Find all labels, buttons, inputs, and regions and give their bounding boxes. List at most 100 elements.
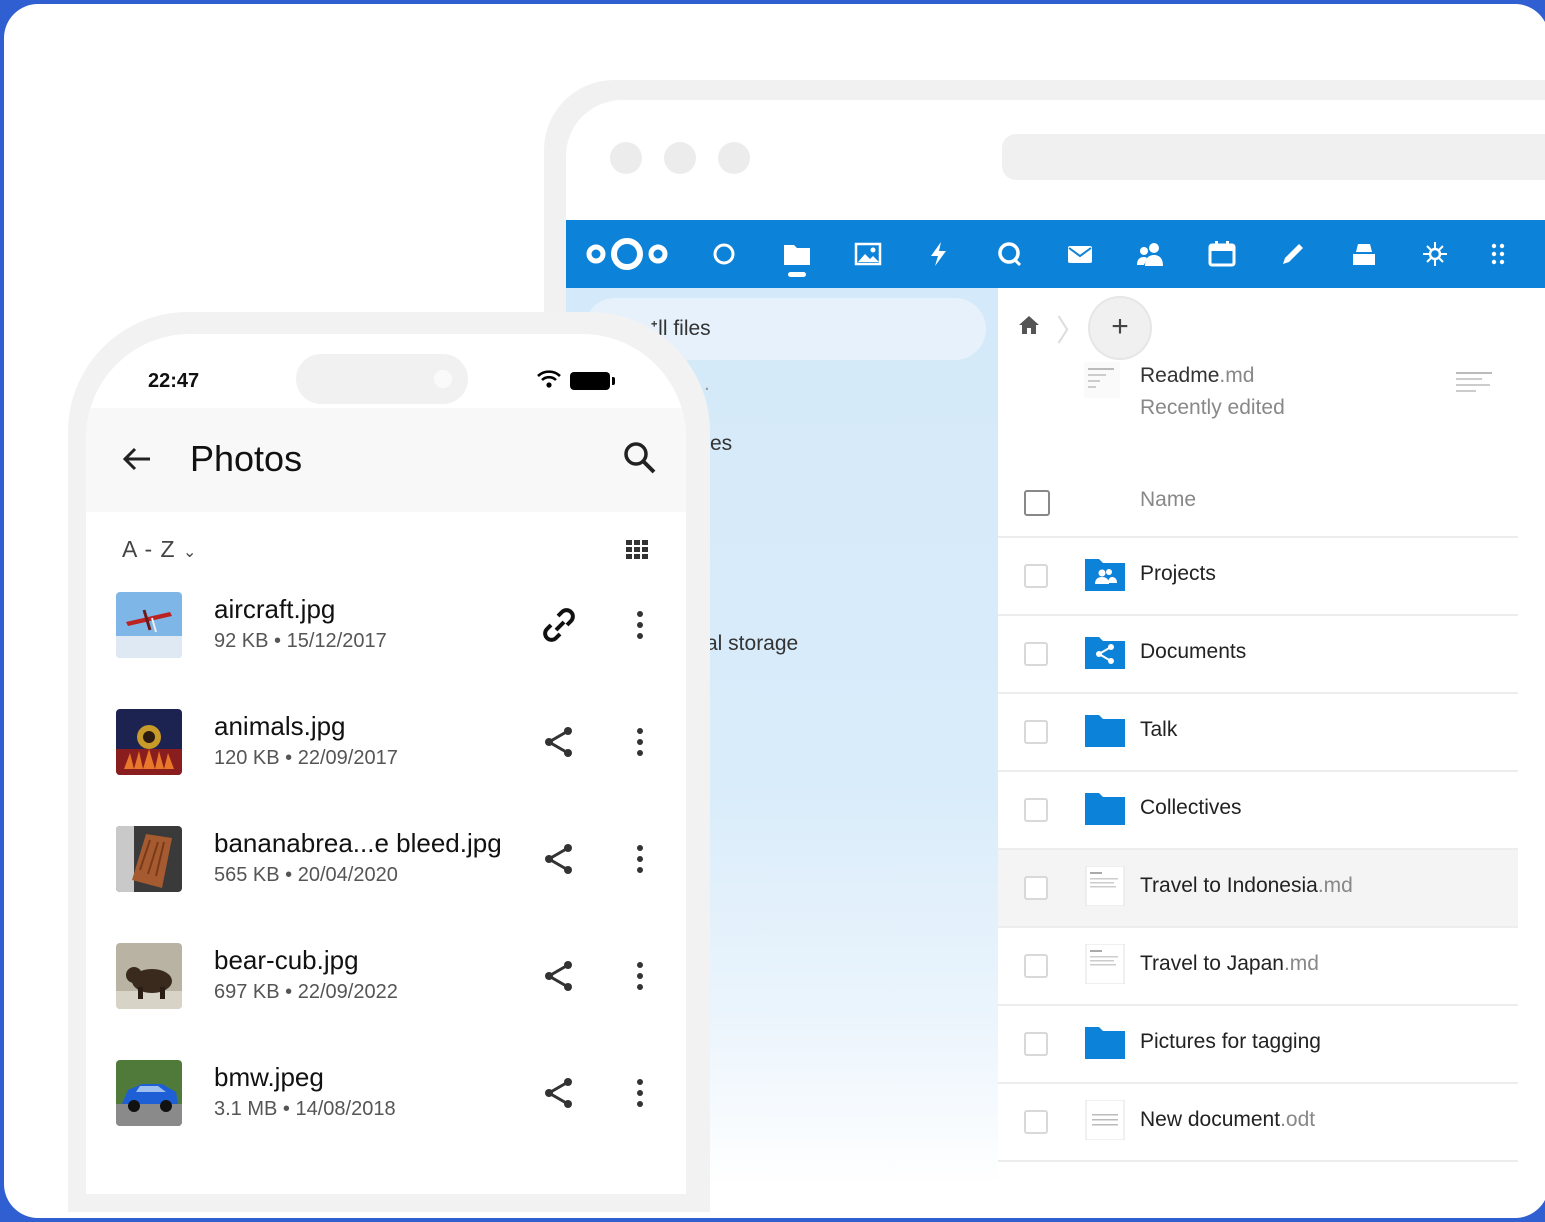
column-name-header[interactable]: Name — [1140, 488, 1196, 512]
photo-meta: 92 KB • 15/12/2017 — [214, 630, 387, 652]
list-item[interactable]: bananabrea...e bleed.jpg 565 KB • 20/04/… — [86, 826, 686, 943]
mail-icon[interactable] — [1064, 240, 1096, 268]
recent-file-basename: Readme — [1140, 364, 1220, 387]
nav-active-indicator — [788, 272, 806, 277]
file-name: Talk — [1140, 718, 1177, 742]
battery-tip — [612, 377, 615, 385]
circle-icon[interactable] — [708, 240, 740, 268]
deck-icon[interactable] — [1348, 240, 1380, 268]
calendar-icon[interactable] — [1206, 240, 1238, 268]
row-checkbox[interactable] — [1024, 720, 1048, 744]
camera-icon — [434, 370, 452, 388]
back-arrow-icon[interactable] — [120, 442, 154, 476]
more-vertical-icon[interactable] — [636, 961, 644, 991]
list-item[interactable]: aircraft.jpg 92 KB • 15/12/2017 — [86, 592, 686, 709]
row-checkbox[interactable] — [1024, 954, 1048, 978]
list-item[interactable]: bear-cub.jpg 697 KB • 22/09/2022 — [86, 943, 686, 1060]
select-all-checkbox[interactable] — [1024, 490, 1050, 516]
file-name: Travel to Indonesia.md — [1140, 874, 1353, 898]
photo-meta: 120 KB • 22/09/2017 — [214, 747, 398, 769]
document-preview-icon — [1456, 372, 1492, 392]
recent-file-name[interactable]: Readme.md — [1140, 364, 1254, 388]
file-row[interactable]: Talk — [998, 694, 1518, 772]
text-document-icon — [1085, 1100, 1125, 1140]
list-item[interactable]: animals.jpg 120 KB • 22/09/2017 — [86, 709, 686, 826]
more-vertical-icon[interactable] — [636, 727, 644, 757]
file-basename: Pictures for tagging — [1140, 1030, 1321, 1053]
notes-icon[interactable] — [1277, 240, 1309, 268]
file-row[interactable]: Collectives — [998, 772, 1518, 850]
sort-label: A - Z — [122, 536, 176, 562]
home-icon[interactable] — [1018, 314, 1040, 342]
bananabread-thumbnail — [116, 826, 182, 892]
file-row[interactable]: Pictures for tagging — [998, 1006, 1518, 1084]
add-new-button[interactable]: + — [1090, 298, 1150, 358]
window-dot-close[interactable] — [610, 142, 642, 174]
search-icon[interactable] — [622, 440, 658, 476]
chevron-down-icon: ⌄ — [182, 544, 198, 561]
share-icon[interactable] — [540, 1074, 578, 1112]
bear-cub-thumbnail — [116, 943, 182, 1009]
files-table-header: Name — [998, 468, 1518, 538]
row-checkbox[interactable] — [1024, 1110, 1048, 1134]
aircraft-thumbnail — [116, 592, 182, 658]
photo-name: bmw.jpeg — [214, 1062, 324, 1092]
row-checkbox[interactable] — [1024, 642, 1048, 666]
page-title: Photos — [190, 438, 303, 479]
row-checkbox[interactable] — [1024, 1032, 1048, 1056]
phone-device: 22:47 Photos A - Z ⌄ aircraft.jpg 92 KB … — [68, 312, 710, 1212]
row-checkbox[interactable] — [1024, 564, 1048, 588]
contacts-icon[interactable] — [1135, 240, 1167, 268]
window-dot-maximize[interactable] — [718, 142, 750, 174]
nextcloud-logo-icon[interactable] — [582, 234, 672, 274]
sort-dropdown[interactable]: A - Z ⌄ — [122, 536, 197, 563]
file-name: New document.odt — [1140, 1108, 1315, 1132]
photos-icon[interactable] — [852, 240, 884, 268]
file-row[interactable]: Projects — [998, 538, 1518, 616]
battery-icon — [570, 372, 610, 390]
sidebar-item-favorites-label[interactable]: es — [710, 432, 732, 456]
more-vertical-icon[interactable] — [636, 610, 644, 640]
activity-icon[interactable] — [923, 240, 955, 268]
share-icon[interactable] — [540, 957, 578, 995]
window-controls — [610, 142, 750, 174]
file-row[interactable]: Travel to Japan.md — [998, 928, 1518, 1006]
file-basename: Collectives — [1140, 796, 1242, 819]
link-icon[interactable] — [540, 606, 578, 644]
file-basename: Talk — [1140, 718, 1178, 741]
photo-name: animals.jpg — [214, 711, 346, 741]
recent-file-ext: .md — [1219, 364, 1255, 387]
file-row[interactable]: Travel to Indonesia.md — [998, 850, 1518, 928]
file-row[interactable]: New document.odt — [998, 1084, 1518, 1162]
apps-icon[interactable] — [1419, 240, 1451, 268]
row-checkbox[interactable] — [1024, 876, 1048, 900]
file-row[interactable]: Documents — [998, 616, 1518, 694]
dynamic-island — [296, 354, 468, 404]
shared-folder-icon — [1085, 637, 1125, 669]
file-basename: Travel to Japan — [1140, 952, 1284, 975]
share-icon[interactable] — [540, 840, 578, 878]
file-basename: Projects — [1140, 562, 1216, 585]
row-checkbox[interactable] — [1024, 798, 1048, 822]
app-bar: Photos — [86, 408, 686, 512]
more-vertical-icon[interactable] — [636, 844, 644, 874]
share-icon[interactable] — [540, 723, 578, 761]
more-apps-icon[interactable] — [1484, 240, 1516, 268]
wifi-icon — [537, 370, 561, 388]
frame: ᐩll files . es al storage 〉 + Readme.md … — [4, 4, 1545, 1218]
window-dot-minimize[interactable] — [664, 142, 696, 174]
more-vertical-icon[interactable] — [636, 1078, 644, 1108]
list-item[interactable]: bmw.jpeg 3.1 MB • 14/08/2018 — [86, 1060, 686, 1177]
folder-icon — [1085, 715, 1125, 747]
sidebar-item-external-storage-label[interactable]: al storage — [706, 632, 798, 656]
file-name: Documents — [1140, 640, 1246, 664]
photo-meta: 3.1 MB • 14/08/2018 — [214, 1098, 396, 1120]
recent-file-subtitle: Recently edited — [1140, 396, 1285, 419]
files-icon[interactable] — [781, 240, 813, 268]
file-name: Projects — [1140, 562, 1216, 586]
grid-view-icon[interactable] — [626, 540, 650, 560]
file-name: Pictures for tagging — [1140, 1030, 1321, 1054]
nextcloud-header — [566, 220, 1545, 288]
address-bar[interactable] — [1002, 134, 1545, 180]
talk-icon[interactable] — [993, 240, 1025, 268]
